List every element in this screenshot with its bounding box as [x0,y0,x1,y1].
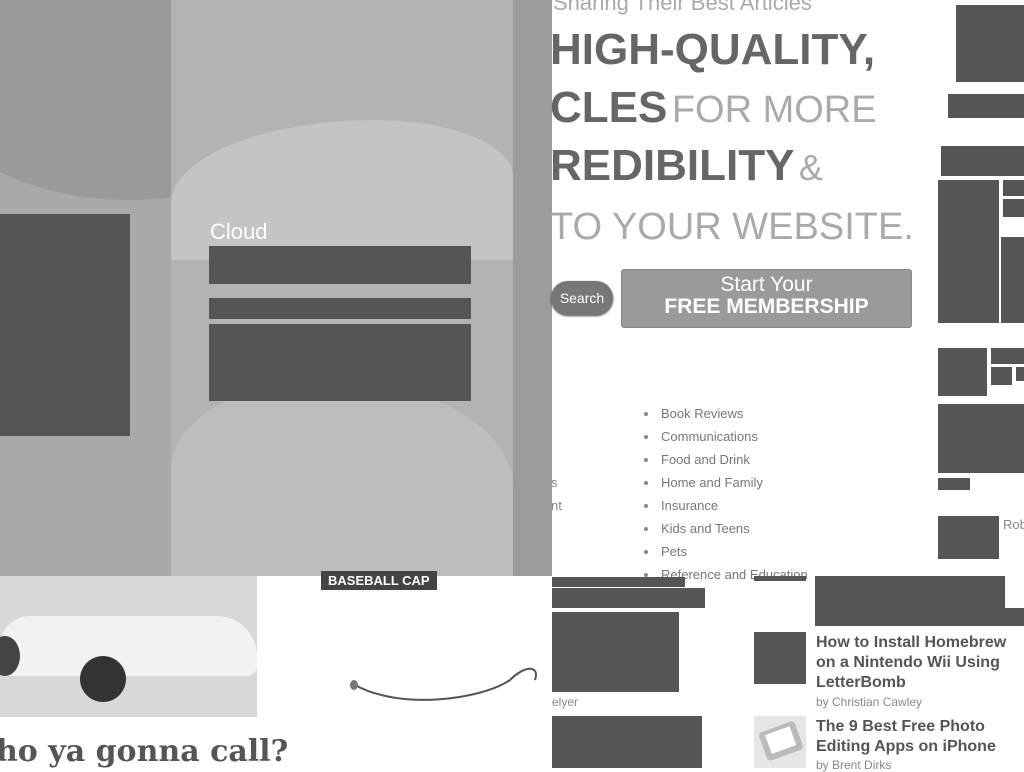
content-image-block [552,612,679,692]
hero-line-1: HIGH-QUALITY, [550,25,876,74]
hero-tagline: Sharing Their Best Articles [553,0,812,15]
sidebar-block [938,478,970,490]
hero-line-4: TO YOUR WEBSITE. [550,206,914,248]
content-block [815,576,1005,626]
sidebar-block [1016,367,1024,381]
sidebar-block [1001,237,1024,323]
sidebar-block [956,5,1024,82]
content-block [552,577,685,587]
sidebar-block [948,94,1024,118]
wallpaper-edge [513,0,552,576]
category-list: Book Reviews Communications Food and Dri… [640,405,808,589]
wallpaper-window: Cloud [0,0,552,576]
hero-line-2: CLES FOR MORE [550,83,877,133]
phone-photo-thumbnail[interactable] [754,716,806,768]
category-item[interactable]: Kids and Teens [640,520,808,543]
category-item[interactable]: Home and Family [640,474,808,497]
car-wheel [80,656,126,702]
category-fragment: s [551,475,558,490]
category-item[interactable]: Pets [640,543,808,566]
hero-line-2-light: FOR MORE [671,89,877,131]
article-thumbnail[interactable] [754,632,806,684]
article-byline: by Christian Cawley [816,695,923,709]
car-body [0,616,257,676]
sidebar-block [941,146,1024,176]
cloud-login-panel[interactable] [209,324,471,401]
cloud-password-field[interactable] [209,298,471,319]
baseball-cap-label: BASEBALL CAP [321,571,437,590]
content-block [552,716,702,768]
free-membership-button[interactable]: Start Your FREE MEMBERSHIP [621,269,912,328]
membership-line-2: FREE MEMBERSHIP [664,295,869,318]
sidebar-block [938,348,987,396]
cap-string-graphic [350,667,537,701]
redacted-left-panel [0,214,130,436]
article-title[interactable]: The 9 Best Free Photo Editing Apps on iP… [816,717,1021,757]
category-fragment: nt [551,498,562,513]
cloud-username-field[interactable] [209,246,471,284]
car-image [0,576,257,717]
article-byline: by Brent Dirks [816,758,892,772]
category-item[interactable]: Book Reviews [640,405,808,428]
article-title[interactable]: How to Install Homebrew on a Nintendo Wi… [816,633,1021,693]
author-fragment: elyer [552,695,579,709]
sidebar-block [938,404,1024,473]
sidebar-block [938,516,999,559]
hero-line-3-light: & [798,147,823,188]
sidebar-author-fragment: Rob [1003,517,1024,532]
search-button[interactable]: Search [551,281,613,315]
category-item[interactable]: Insurance [640,497,808,520]
cloud-label: Cloud [210,219,268,244]
content-block [552,588,705,608]
content-block [1005,608,1024,626]
hero-line-3-bold: REDIBILITY [550,141,795,190]
article-headline[interactable]: ho ya gonna call? [0,734,288,769]
hero-line-2-bold: CLES [550,83,668,132]
sidebar-block [1003,199,1024,217]
hero-line-3: REDIBILITY & [550,141,823,191]
membership-line-1: Start Your [720,273,813,296]
sidebar-block [991,348,1024,364]
category-item[interactable]: Food and Drink [640,451,808,474]
sidebar-block [991,367,1012,385]
sidebar-block [1003,180,1024,196]
content-block [754,576,806,581]
sidebar-block [938,180,999,323]
category-item[interactable]: Communications [640,428,808,451]
